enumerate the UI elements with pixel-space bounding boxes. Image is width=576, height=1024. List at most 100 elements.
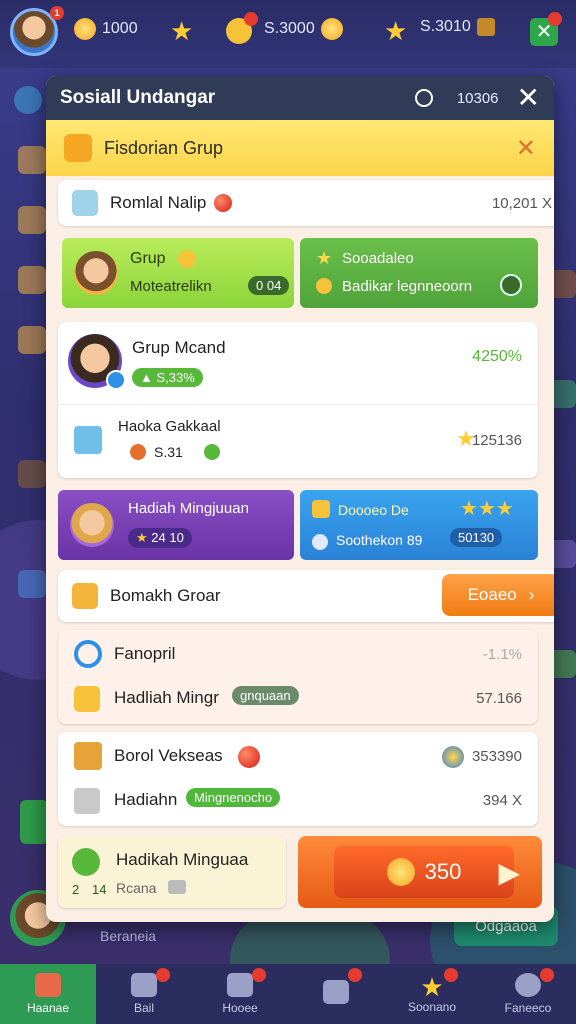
up-arrow-icon: ▲ — [140, 370, 157, 385]
nav-mail[interactable]: Bail — [96, 964, 192, 1024]
nav-badge — [252, 968, 266, 982]
nav-badge — [348, 968, 362, 982]
reward-card[interactable]: Borol Vekseas 353390 Hadiahn Mingnenocho… — [58, 732, 538, 826]
nav-stars[interactable]: ★ Soonano — [384, 964, 480, 1024]
star-icon[interactable]: ★ — [170, 18, 193, 44]
nav-label: Haanae — [26, 1001, 70, 1015]
chevron-right-icon: ▶ — [498, 857, 520, 888]
member-avatar — [70, 503, 114, 547]
subheader-close-button[interactable]: ✕ — [516, 134, 536, 163]
coin-counter[interactable]: 1000 — [74, 18, 138, 40]
claim-button-inner: 350 — [334, 846, 514, 898]
claim-button[interactable]: 350 ▶ — [298, 836, 542, 908]
side-menu-icon[interactable] — [18, 266, 46, 294]
tile-pill: 0 04 — [248, 276, 290, 295]
alert-dot-icon — [214, 194, 233, 212]
modal-title: Sosiall Undangar — [60, 87, 216, 108]
coin-amount: 1000 — [102, 20, 138, 37]
clover-icon — [72, 848, 100, 876]
side-menu-icon[interactable] — [18, 326, 46, 354]
bonus-tile[interactable]: Doooeo De ★★★ Soothekon 89 50130 — [300, 490, 538, 560]
heart-icon — [130, 444, 146, 460]
gem-cluster-icon — [442, 746, 464, 768]
row-label: Bomakh Groar — [110, 586, 221, 605]
star-badge-icon — [74, 686, 100, 712]
weekly-reward-tile[interactable]: Hadiah Mingjuuan ★ 24 10 — [58, 490, 294, 560]
tile-count-prefix: 2 — [72, 882, 80, 897]
nav-map[interactable]: Hooee — [192, 964, 288, 1024]
resource-counter-2[interactable]: S.3000 — [264, 18, 343, 40]
chevron-right-icon: › — [528, 585, 535, 604]
smile-coin-icon — [320, 18, 343, 40]
row-label: Borol Vekseas — [114, 746, 223, 765]
go-button[interactable]: Eoaeo › — [442, 574, 554, 616]
claim-value: 350 — [424, 859, 462, 884]
tile-title: Hadikah Minguaa — [116, 850, 249, 869]
tile-subtitle: Moteatrelikn — [130, 278, 212, 295]
row-value: -1.1% — [482, 646, 522, 663]
bottom-nav: Haanae Bail Hooee ★ Soonano Faneeco — [0, 964, 576, 1024]
nav-badge — [540, 968, 554, 982]
star-icon: ★ — [420, 972, 444, 1002]
tile-subtitle: Rcana — [116, 880, 157, 896]
list-item[interactable]: Bomakh Groar Eoaeo › — [58, 570, 554, 622]
item-sub: S.31 — [154, 444, 183, 460]
nav-social[interactable]: Faneeco — [480, 964, 576, 1024]
weekly-claim-tile[interactable]: 2 14 Hadikah Minguaa Rcana — [58, 836, 286, 908]
header-count: 10306 — [456, 89, 499, 107]
side-menu-icon[interactable] — [18, 570, 46, 598]
group-percent: 4250% — [472, 348, 522, 365]
tile-title: Grup — [130, 250, 166, 267]
list-item[interactable]: Romlal Nalip 10,201 X — [58, 180, 554, 226]
side-menu-icon[interactable] — [18, 460, 46, 488]
side-menu-icon[interactable] — [18, 146, 46, 174]
side-menu-icon[interactable] — [18, 206, 46, 234]
tile-subtitle: Soothekon 89 — [336, 532, 423, 548]
group-tile[interactable]: Grup Moteatrelikn 0 04 — [62, 238, 294, 308]
pet-notification-badge — [244, 12, 258, 26]
coin-icon — [316, 278, 332, 294]
clock-icon — [414, 89, 433, 107]
gift-star-icon[interactable]: ★ — [384, 18, 407, 44]
modal-close-button[interactable]: ✕ — [517, 84, 540, 112]
star-icon: ★ — [136, 530, 152, 545]
tile-count: 14 — [92, 882, 107, 897]
group-card[interactable]: Grup Mcand ▲ S,33% 4250% Haoka Gakkaal S… — [58, 322, 538, 478]
group-tile[interactable]: ★ Sooadaleo Badikar legnneoorn — [300, 238, 538, 308]
row-value: 57.166 — [476, 690, 522, 707]
reward-card[interactable]: Fanopril -1.1% Hadliah Mingr gnquaan 57.… — [58, 630, 538, 724]
behind-label-left: Beraneia — [100, 928, 157, 944]
nav-home[interactable]: Haanae — [0, 964, 96, 1024]
smile-icon — [500, 274, 522, 296]
row-label: Hadiahn — [114, 790, 178, 809]
mail-icon — [131, 973, 157, 997]
row-label: Hadliah Mingr — [114, 688, 219, 707]
item-title: Haoka Gakkaal — [118, 418, 221, 435]
tile-title: Hadiah Mingjuuan — [128, 500, 249, 517]
tile-subtitle: Badikar legnneoorn — [342, 278, 473, 295]
gift-box-icon — [72, 190, 98, 216]
go-button-label: Eoaeo — [467, 585, 517, 604]
nav-label: Soonano — [407, 1000, 457, 1014]
tile-pill: 50130 — [450, 528, 503, 547]
tile-title: Sooadaleo — [342, 250, 414, 267]
nav-label: Bail — [133, 1001, 154, 1015]
group-name: Grup Mcand — [132, 338, 226, 357]
nav-chat[interactable] — [288, 964, 384, 1024]
smile-icon — [515, 973, 541, 997]
resource-counter-3[interactable]: S.3010 — [420, 18, 495, 36]
star-icon: ★ — [316, 248, 333, 268]
crate-icon — [74, 788, 100, 814]
tile-pill: ★ 24 10 — [128, 528, 192, 548]
chat-icon — [323, 980, 349, 1004]
nav-badge — [156, 968, 170, 982]
behind-green-button[interactable] — [20, 800, 48, 844]
divider — [58, 404, 538, 405]
tools-notification-badge — [548, 12, 562, 26]
resource-3-amount: S.3010 — [420, 18, 471, 35]
row-label: Romlal Nalip — [110, 193, 207, 212]
smile-coin-icon — [386, 858, 415, 886]
side-menu-icon[interactable] — [14, 86, 42, 114]
home-icon — [35, 973, 61, 997]
coin-icon — [74, 18, 96, 40]
